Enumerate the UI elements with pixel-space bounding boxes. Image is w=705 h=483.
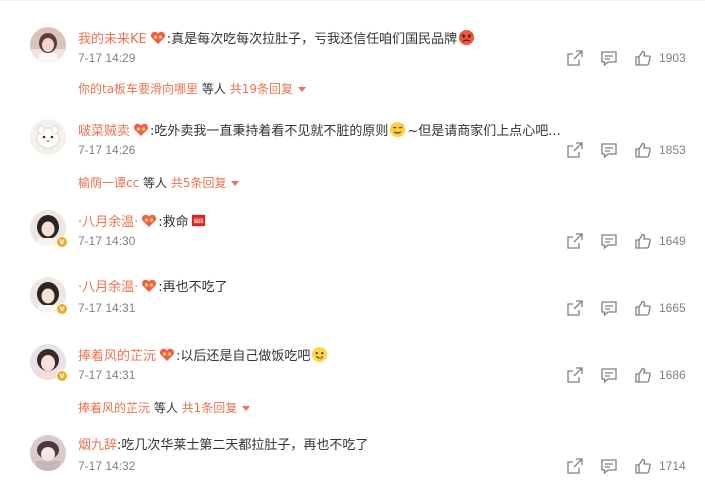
- reply-connector: 等人: [150, 401, 182, 415]
- reply-total[interactable]: 共1条回复: [182, 401, 238, 415]
- comment-text: :吃几次华莱士第二天都拉肚子，再也不吃了: [117, 438, 369, 453]
- comment-icon[interactable]: [600, 49, 618, 67]
- comment-line: 烟九辞:吃几次华莱士第二天都拉肚子，再也不吃了: [78, 437, 368, 455]
- thumbs-up-icon[interactable]: [634, 232, 652, 250]
- fan-badge-icon: [142, 214, 157, 227]
- username-link[interactable]: ·八月余温·: [78, 280, 138, 295]
- share-icon[interactable]: [566, 232, 584, 250]
- like-count: 1903: [659, 51, 686, 65]
- verified-v-icon: v: [56, 236, 68, 248]
- share-icon[interactable]: [566, 141, 584, 159]
- sweat-emoji-icon: [390, 121, 406, 138]
- comment-actions: 1686: [566, 366, 696, 384]
- comment-text-continued: ~但是请商家们上点心吧...: [407, 124, 561, 139]
- timestamp: 7-17 14:29: [78, 51, 136, 65]
- timestamp: 7-17 14:32: [78, 459, 136, 473]
- fan-badge-icon: [142, 279, 157, 292]
- verified-v-icon: v: [56, 303, 68, 315]
- reply-author[interactable]: 你的ta板车要滑向哪里: [78, 82, 198, 96]
- comment-text: :救命: [158, 215, 189, 230]
- username-link[interactable]: ·八月余温·: [78, 215, 138, 230]
- reply-total[interactable]: 共19条回复: [230, 82, 293, 96]
- reply-total[interactable]: 共5条回复: [171, 176, 227, 190]
- chevron-down-icon[interactable]: [297, 87, 306, 92]
- thumbs-up-icon[interactable]: [634, 299, 652, 317]
- fan-badge-icon: [159, 348, 175, 361]
- avatar[interactable]: [30, 435, 66, 471]
- share-icon[interactable]: [566, 299, 584, 317]
- comment-actions: 1903: [566, 49, 696, 67]
- reply-connector: 等人: [139, 176, 171, 190]
- comment-icon[interactable]: [600, 366, 618, 384]
- comment-line: ·八月余温· :救命 SOS: [78, 212, 208, 232]
- username-link[interactable]: 我的未来KE: [78, 32, 147, 47]
- share-icon[interactable]: [566, 366, 584, 384]
- username-link[interactable]: 捧着风的芷沅: [78, 349, 156, 364]
- reply-author[interactable]: 榆荫一谭cc: [78, 176, 139, 190]
- reply-connector: 等人: [198, 82, 230, 96]
- fan-badge-icon: [133, 123, 149, 136]
- comment-text: :真是每次吃每次拉肚子，亏我还信任咱们国民品牌: [166, 32, 458, 47]
- angry-emoji-icon: [459, 29, 475, 46]
- timestamp: 7-17 14:31: [78, 368, 136, 382]
- comment-icon[interactable]: [600, 141, 618, 159]
- username-link[interactable]: 啵菜贼卖: [78, 124, 130, 139]
- share-icon[interactable]: [566, 457, 584, 475]
- svg-text:SOS: SOS: [193, 219, 203, 225]
- username-link[interactable]: 烟九辞: [78, 438, 117, 453]
- comment-text: :以后还是自己做饭吃吧: [176, 349, 311, 364]
- comment-text: :吃外卖我一直秉持着看不见就不脏的原则: [150, 124, 389, 139]
- thumbs-up-icon[interactable]: [634, 457, 652, 475]
- top-divider: [0, 0, 705, 1]
- reply-summary[interactable]: 榆荫一谭cc 等人 共5条回复: [78, 174, 240, 191]
- like-count: 1714: [659, 459, 686, 473]
- verified-v-icon: v: [56, 370, 68, 382]
- reply-summary[interactable]: 你的ta板车要滑向哪里 等人 共19条回复: [78, 80, 306, 97]
- yummy-emoji-icon: [312, 346, 328, 363]
- fan-badge-icon: [150, 31, 165, 44]
- sos-emoji-icon: SOS: [191, 214, 205, 227]
- comment-line: 啵菜贼卖 :吃外卖我一直秉持着看不见就不脏的原则 ~但是请商家们上点心吧...: [78, 121, 561, 141]
- comment-line: 捧着风的芷沅 :以后还是自己做饭吃吧: [78, 346, 329, 366]
- like-count: 1649: [659, 234, 686, 248]
- comment-text: :再也不吃了: [158, 280, 228, 295]
- comment-line: 我的未来KE :真是每次吃每次拉肚子，亏我还信任咱们国民品牌: [78, 29, 476, 49]
- like-count: 1686: [659, 368, 686, 382]
- chevron-down-icon[interactable]: [242, 406, 251, 411]
- thumbs-up-icon[interactable]: [634, 366, 652, 384]
- avatar[interactable]: [30, 119, 66, 155]
- timestamp: 7-17 14:31: [78, 301, 136, 315]
- reply-summary[interactable]: 捧着风的芷沅 等人 共1条回复: [78, 399, 251, 416]
- comment-icon[interactable]: [600, 299, 618, 317]
- like-count: 1665: [659, 301, 686, 315]
- avatar[interactable]: [30, 27, 66, 63]
- comment-actions: 1649: [566, 232, 696, 250]
- like-count: 1853: [659, 143, 686, 157]
- reply-author[interactable]: 捧着风的芷沅: [78, 401, 150, 415]
- comment-actions: 1665: [566, 299, 696, 317]
- comment-icon[interactable]: [600, 232, 618, 250]
- comment-line: ·八月余温· :再也不吃了: [78, 279, 228, 297]
- comment-actions: 1714: [566, 457, 696, 475]
- thumbs-up-icon[interactable]: [634, 49, 652, 67]
- thumbs-up-icon[interactable]: [634, 141, 652, 159]
- timestamp: 7-17 14:26: [78, 143, 136, 157]
- timestamp: 7-17 14:30: [78, 234, 136, 248]
- comment-actions: 1853: [566, 141, 696, 159]
- share-icon[interactable]: [566, 49, 584, 67]
- chevron-down-icon[interactable]: [231, 181, 240, 186]
- comment-icon[interactable]: [600, 457, 618, 475]
